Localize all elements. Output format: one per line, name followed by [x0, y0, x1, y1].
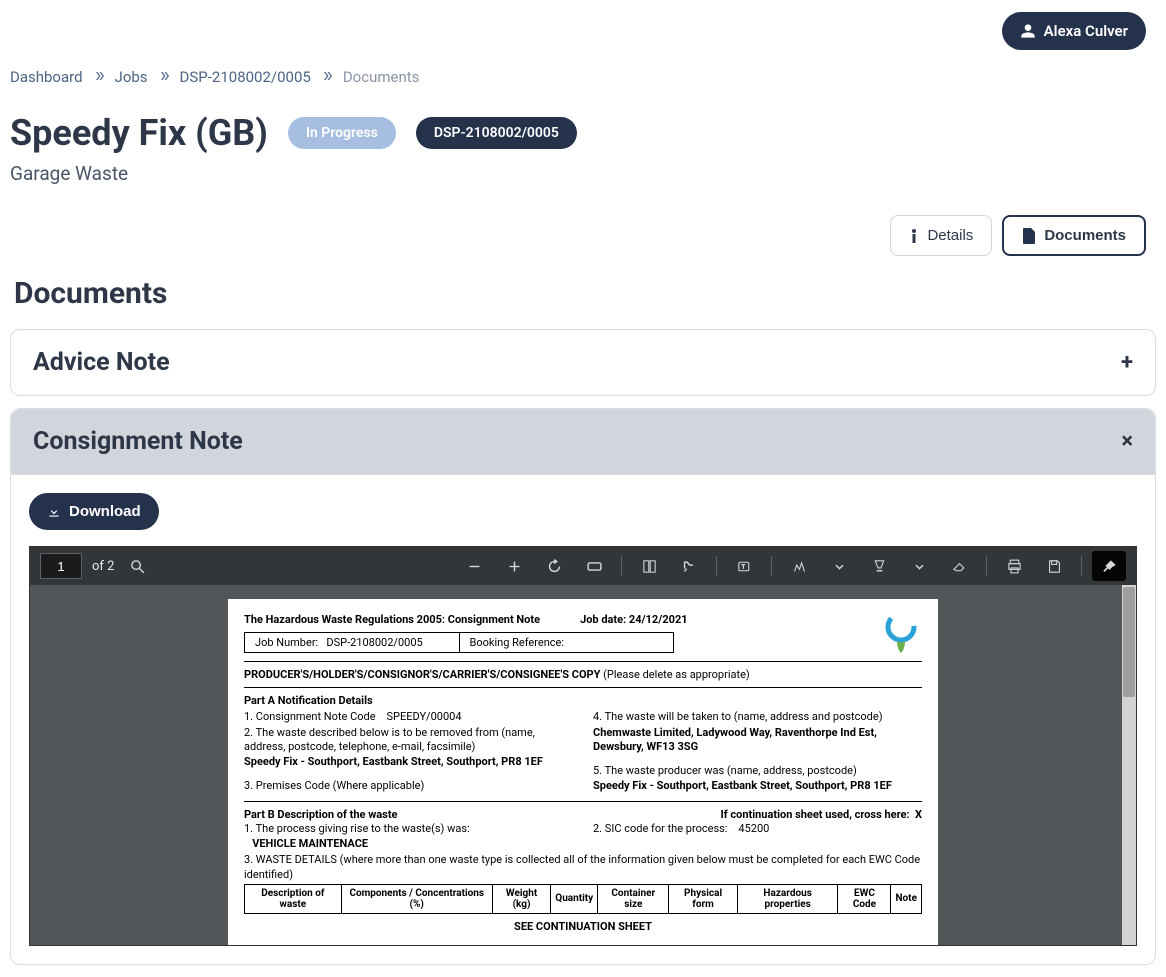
chevron-icon — [321, 68, 333, 86]
chevron-icon — [158, 68, 170, 86]
accordion-advice-note: Advice Note + — [10, 329, 1156, 396]
pdf-viewer: of 2 T — [29, 546, 1137, 946]
breadcrumb-dashboard[interactable]: Dashboard — [10, 68, 83, 86]
accordion-toggle-consignment[interactable]: Consignment Note × — [11, 409, 1155, 474]
chevron-icon — [93, 68, 105, 86]
pdf-document: The Hazardous Waste Regulations 2005: Co… — [228, 599, 938, 945]
doc-heading: The Hazardous Waste Regulations 2005: Co… — [244, 613, 540, 626]
page-title: Speedy Fix (GB) — [10, 112, 268, 154]
highlight-icon[interactable] — [862, 551, 896, 581]
pdf-page-area[interactable]: The Hazardous Waste Regulations 2005: Co… — [30, 585, 1136, 945]
erase-icon[interactable] — [942, 551, 976, 581]
pdf-toolbar: of 2 T — [30, 547, 1136, 585]
read-aloud-icon[interactable] — [672, 551, 706, 581]
advice-note-title: Advice Note — [33, 348, 170, 377]
pdf-page-total: of 2 — [92, 559, 114, 574]
breadcrumb: Dashboard Jobs DSP-2108002/0005 Document… — [0, 62, 1166, 94]
doc-job-date: Job date: 24/12/2021 — [580, 613, 688, 626]
breadcrumb-jobs[interactable]: Jobs — [115, 68, 148, 86]
file-icon — [1022, 228, 1036, 244]
chevron-down-icon[interactable] — [822, 551, 856, 581]
rotate-icon[interactable] — [537, 551, 571, 581]
waste-details-table: Description of wasteComponents / Concent… — [244, 884, 922, 914]
consignment-note-title: Consignment Note — [33, 427, 243, 456]
fit-width-icon[interactable] — [577, 551, 611, 581]
status-badge: In Progress — [288, 117, 396, 149]
user-name: Alexa Culver — [1044, 22, 1128, 40]
print-icon[interactable] — [997, 551, 1031, 581]
tab-documents[interactable]: Documents — [1002, 215, 1146, 256]
accordion-consignment-note: Consignment Note × Download of 2 T — [10, 408, 1156, 965]
breadcrumb-job-id[interactable]: DSP-2108002/0005 — [180, 68, 311, 86]
download-button[interactable]: Download — [29, 493, 159, 530]
search-icon[interactable] — [120, 551, 154, 581]
user-menu[interactable]: Alexa Culver — [1002, 12, 1146, 50]
pdf-page-input[interactable] — [40, 553, 82, 579]
pin-icon[interactable] — [1092, 551, 1126, 581]
chevron-down-icon[interactable] — [902, 551, 936, 581]
draw-icon[interactable] — [782, 551, 816, 581]
pdf-scrollbar[interactable] — [1122, 585, 1136, 945]
add-text-icon[interactable]: T — [727, 551, 761, 581]
accordion-toggle-advice[interactable]: Advice Note + — [11, 330, 1155, 395]
plus-icon: + — [1121, 350, 1133, 375]
company-logo-icon — [880, 613, 922, 655]
job-number-badge: DSP-2108002/0005 — [416, 117, 577, 149]
page-layout-icon[interactable] — [632, 551, 666, 581]
section-heading: Documents — [0, 270, 1166, 329]
download-icon — [47, 505, 61, 519]
zoom-out-icon[interactable] — [457, 551, 491, 581]
save-icon[interactable] — [1037, 551, 1071, 581]
breadcrumb-current: Documents — [343, 68, 420, 86]
info-icon — [909, 228, 919, 244]
user-icon — [1020, 23, 1036, 39]
zoom-in-icon[interactable] — [497, 551, 531, 581]
page-subtitle: Garage Waste — [0, 158, 1166, 205]
tab-details[interactable]: Details — [890, 215, 992, 256]
close-icon: × — [1121, 429, 1133, 454]
svg-text:T: T — [741, 564, 745, 570]
